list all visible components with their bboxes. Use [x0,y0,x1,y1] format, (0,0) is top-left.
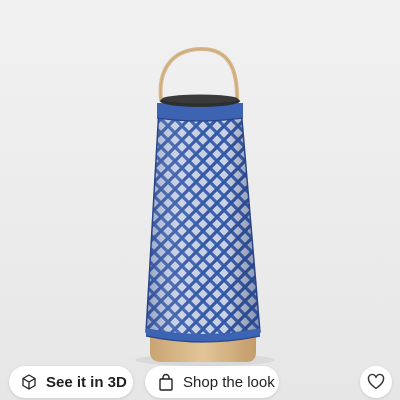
shop-the-look-button[interactable]: Shop the look [145,366,279,398]
3d-rotate-icon [19,372,39,392]
see-it-in-3d-button[interactable]: See it in 3D [9,366,133,398]
product-image [135,46,275,366]
shopping-bag-icon [156,372,176,392]
shop-the-look-label: Shop the look [183,373,275,391]
see-it-in-3d-label: See it in 3D [46,373,127,391]
heart-icon [366,372,386,392]
favorite-button[interactable] [360,366,392,398]
product-image-viewer[interactable]: See it in 3D Shop the look [0,0,400,400]
